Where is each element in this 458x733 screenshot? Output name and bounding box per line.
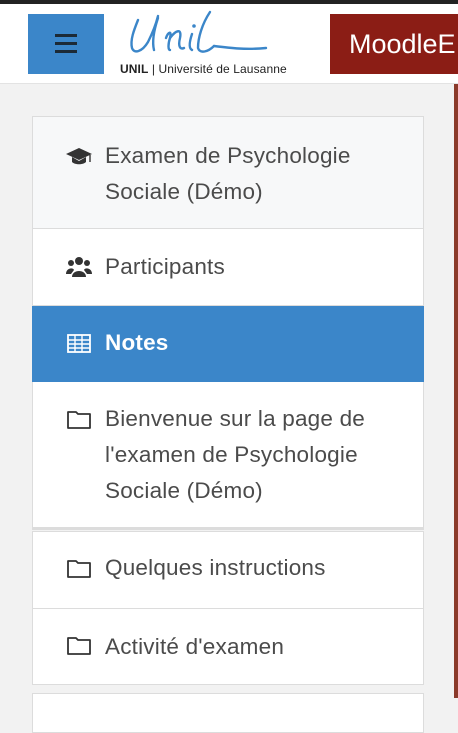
- nav-item-label: Activité d'examen: [105, 634, 285, 659]
- unil-wordmark: [130, 10, 268, 53]
- table-icon: [67, 334, 91, 353]
- nav-item-next-block[interactable]: [32, 693, 424, 733]
- nav-drawer-toggle-button[interactable]: [28, 14, 104, 74]
- nav-item-label: Quelques instructions: [105, 555, 326, 580]
- nav-item-label: Bienvenue sur la page de l'examen de Psy…: [105, 406, 365, 503]
- nav-item-notes[interactable]: Notes: [32, 306, 424, 382]
- nav-item-section-welcome[interactable]: Bienvenue sur la page de l'examen de Psy…: [32, 382, 424, 530]
- nav-item-label: Examen de Psychologie Sociale (Démo): [105, 143, 351, 204]
- course-navigation: Examen de Psychologie Sociale (Démo) Par…: [32, 116, 424, 733]
- site-name: MoodleE: [349, 29, 456, 59]
- users-icon: [66, 257, 92, 277]
- nav-item-course-home[interactable]: Examen de Psychologie Sociale (Démo): [32, 116, 424, 229]
- nav-item-label: Notes: [105, 330, 169, 355]
- unil-logo[interactable]: UNIL | Université de Lausanne: [118, 8, 304, 78]
- content-edge: [454, 84, 458, 698]
- logo-caption: UNIL | Université de Lausanne: [120, 62, 287, 76]
- nav-item-section-instructions[interactable]: Quelques instructions: [32, 531, 424, 609]
- nav-item-participants[interactable]: Participants: [32, 229, 424, 306]
- page-header: UNIL | Université de Lausanne MoodleE: [0, 4, 458, 84]
- graduation-cap-icon: [66, 148, 92, 165]
- site-brand[interactable]: MoodleE: [330, 14, 458, 74]
- folder-icon: [67, 560, 91, 578]
- folder-icon: [67, 637, 91, 655]
- folder-icon: [67, 411, 91, 429]
- nav-item-label: Participants: [105, 254, 225, 279]
- nav-item-section-activity[interactable]: Activité d'examen: [32, 609, 424, 685]
